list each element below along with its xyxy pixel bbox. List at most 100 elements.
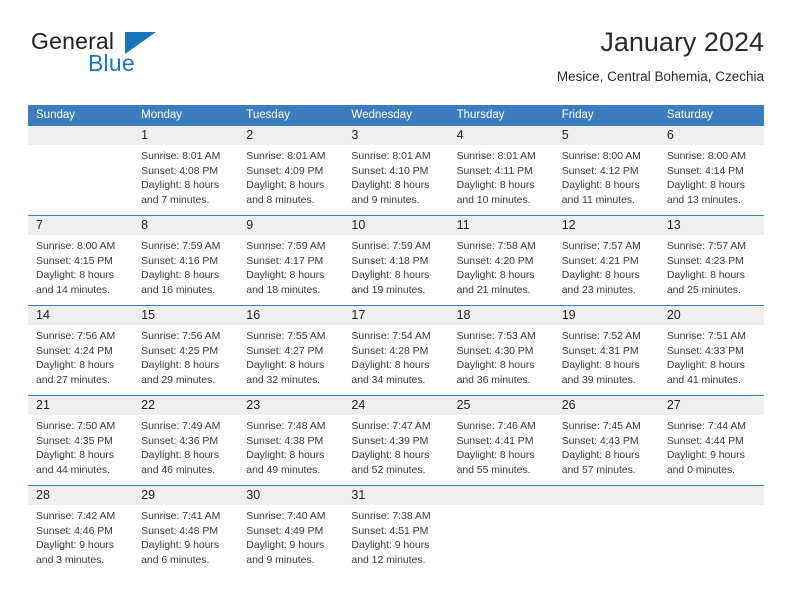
- sunset-line: Sunset: 4:51 PM: [351, 524, 429, 537]
- daylight-line-cont: and 18 minutes.: [246, 283, 321, 296]
- daylight-line: Daylight: 8 hours: [246, 449, 325, 462]
- day-cell[interactable]: 25 Sunrise: 7:46 AM Sunset: 4:41 PM Dayligh…: [448, 396, 554, 485]
- daylight-line: Daylight: 8 hours: [36, 359, 114, 372]
- day-cell[interactable]: 21 Sunrise: 7:50 AM Sunset: 4:35 PM Dayligh…: [28, 396, 134, 485]
- day-detail-lines: Sunrise: 7:53 AM Sunset: 4:30 PM Daylight:…: [449, 325, 554, 387]
- sunrise-line: Sunrise: 8:01 AM: [141, 150, 221, 162]
- daylight-line: Daylight: 8 hours: [666, 359, 745, 372]
- daylight-line-cont: and 55 minutes.: [456, 463, 531, 476]
- day-number-band: 16: [238, 306, 344, 325]
- calendar-week-inner: 21 Sunrise: 7:50 AM Sunset: 4:35 PM Dayligh…: [28, 396, 764, 485]
- sunset-line: Sunset: 4:11 PM: [456, 164, 533, 177]
- day-number-band: 5: [553, 126, 659, 145]
- day-cell[interactable]: 10 Sunrise: 7:59 AM Sunset: 4:18 PM Dayligh…: [343, 216, 449, 305]
- day-number-band: 18: [448, 306, 554, 325]
- day-cell[interactable]: 22 Sunrise: 7:49 AM Sunset: 4:36 PM Dayligh…: [133, 396, 239, 485]
- sunset-line: Sunset: 4:33 PM: [666, 344, 744, 357]
- sunset-line: Sunset: 4:28 PM: [351, 344, 429, 357]
- general-blue-logo[interactable]: General Blue: [28, 26, 248, 88]
- sunrise-line: Sunrise: 7:41 AM: [141, 510, 221, 522]
- daylight-line: Daylight: 8 hours: [246, 359, 325, 372]
- day-number: 14: [36, 308, 50, 322]
- day-cell[interactable]: 4 Sunrise: 8:01 AM Sunset: 4:11 PM Daylight…: [448, 126, 554, 215]
- day-number: 3: [351, 128, 359, 142]
- day-cell[interactable]: 26 Sunrise: 7:45 AM Sunset: 4:43 PM Dayligh…: [553, 396, 659, 485]
- sunset-line: Sunset: 4:15 PM: [36, 254, 113, 267]
- daylight-line-cont: and 6 minutes.: [141, 553, 210, 566]
- day-number-band: [553, 486, 659, 505]
- day-cell[interactable]: 28 Sunrise: 7:42 AM Sunset: 4:46 PM Dayligh…: [28, 486, 134, 575]
- day-cell[interactable]: 1 Sunrise: 8:01 AM Sunset: 4:08 PM Daylight…: [133, 126, 239, 215]
- day-number-band: 27: [658, 396, 764, 415]
- daylight-line: Daylight: 8 hours: [561, 359, 640, 372]
- day-number-band: 22: [133, 396, 239, 415]
- sunset-line: Sunset: 4:41 PM: [456, 434, 534, 447]
- daylight-line-cont: and 13 minutes.: [666, 193, 741, 206]
- day-cell[interactable]: 11 Sunrise: 7:58 AM Sunset: 4:20 PM Dayligh…: [448, 216, 554, 305]
- daylight-line: Daylight: 8 hours: [141, 179, 220, 192]
- day-cell[interactable]: 14 Sunrise: 7:56 AM Sunset: 4:24 PM Dayligh…: [28, 306, 134, 395]
- day-detail-lines: Sunrise: 7:48 AM Sunset: 4:38 PM Daylight:…: [238, 415, 343, 477]
- day-cell[interactable]: 19 Sunrise: 7:52 AM Sunset: 4:31 PM Dayligh…: [553, 306, 659, 395]
- calendar-week-row: 7 Sunrise: 8:00 AM Sunset: 4:15 PM Daylight…: [28, 215, 764, 305]
- day-cell[interactable]: 2 Sunrise: 8:01 AM Sunset: 4:09 PM Daylight…: [238, 126, 344, 215]
- day-cell[interactable]: 8 Sunrise: 7:59 AM Sunset: 4:16 PM Daylight…: [133, 216, 239, 305]
- day-cell[interactable]: 24 Sunrise: 7:47 AM Sunset: 4:39 PM Dayligh…: [343, 396, 449, 485]
- day-cell[interactable]: 18 Sunrise: 7:53 AM Sunset: 4:30 PM Dayligh…: [448, 306, 554, 395]
- day-number: 15: [141, 308, 156, 322]
- day-number: 10: [351, 218, 366, 232]
- day-cell[interactable]: 30 Sunrise: 7:40 AM Sunset: 4:49 PM Dayligh…: [238, 486, 344, 575]
- day-number-band: 11: [448, 216, 554, 235]
- daylight-line: Daylight: 8 hours: [666, 179, 745, 192]
- sunrise-line: Sunrise: 7:45 AM: [561, 420, 641, 432]
- day-cell[interactable]: 29 Sunrise: 7:41 AM Sunset: 4:48 PM Dayligh…: [133, 486, 239, 575]
- day-cell[interactable]: 9 Sunrise: 7:59 AM Sunset: 4:17 PM Daylight…: [238, 216, 344, 305]
- daylight-line-cont: and 27 minutes.: [36, 373, 110, 386]
- day-cell[interactable]: 17 Sunrise: 7:54 AM Sunset: 4:28 PM Dayligh…: [343, 306, 449, 395]
- day-cell[interactable]: 20 Sunrise: 7:51 AM Sunset: 4:33 PM Dayligh…: [658, 306, 764, 395]
- daylight-line: Daylight: 8 hours: [246, 179, 325, 192]
- sunrise-line: Sunrise: 7:47 AM: [351, 420, 431, 432]
- daylight-line: Daylight: 8 hours: [351, 179, 430, 192]
- daylight-line: Daylight: 8 hours: [666, 269, 745, 282]
- title-block: January 2024 Mesice, Central Bohemia, Cz…: [557, 26, 764, 86]
- day-cell[interactable]: 6 Sunrise: 8:00 AM Sunset: 4:14 PM Daylight…: [658, 126, 764, 215]
- weekday-header-saturday: Saturday: [666, 109, 713, 121]
- day-number: 27: [666, 398, 681, 412]
- sunrise-line: Sunrise: 7:38 AM: [351, 510, 431, 522]
- weekday-header-thursday: Thursday: [456, 109, 505, 121]
- daylight-line: Daylight: 8 hours: [141, 359, 220, 372]
- day-cell[interactable]: 12 Sunrise: 7:57 AM Sunset: 4:21 PM Dayligh…: [553, 216, 659, 305]
- weekday-header-monday: Monday: [141, 109, 183, 121]
- day-detail-lines: Sunrise: 7:55 AM Sunset: 4:27 PM Daylight:…: [238, 325, 343, 387]
- day-detail-lines: Sunrise: 7:58 AM Sunset: 4:20 PM Daylight:…: [449, 235, 554, 297]
- day-cell[interactable]: 23 Sunrise: 7:48 AM Sunset: 4:38 PM Dayligh…: [238, 396, 344, 485]
- day-cell[interactable]: 5 Sunrise: 8:00 AM Sunset: 4:12 PM Daylight…: [553, 126, 659, 215]
- day-number: 19: [561, 308, 576, 322]
- day-detail-lines: Sunrise: 8:01 AM Sunset: 4:08 PM Daylight:…: [133, 145, 238, 207]
- day-number-band: 2: [238, 126, 344, 145]
- page-title: January 2024: [600, 27, 764, 57]
- sunrise-line: Sunrise: 7:56 AM: [141, 330, 221, 342]
- sunset-line: Sunset: 4:14 PM: [666, 164, 744, 177]
- daylight-line-cont: and 14 minutes.: [36, 283, 110, 296]
- daylight-line: Daylight: 8 hours: [36, 269, 114, 282]
- sunrise-line: Sunrise: 7:49 AM: [141, 420, 221, 432]
- day-cell[interactable]: 27 Sunrise: 7:44 AM Sunset: 4:44 PM Dayligh…: [658, 396, 764, 485]
- sunset-line: Sunset: 4:44 PM: [666, 434, 744, 447]
- day-cell[interactable]: 13 Sunrise: 7:57 AM Sunset: 4:23 PM Dayligh…: [658, 216, 764, 305]
- sunset-line: Sunset: 4:24 PM: [36, 344, 113, 357]
- day-detail-lines: [659, 505, 764, 509]
- day-detail-lines: [449, 505, 554, 509]
- sunrise-line: Sunrise: 8:01 AM: [456, 150, 536, 162]
- day-cell[interactable]: 7 Sunrise: 8:00 AM Sunset: 4:15 PM Daylight…: [28, 216, 134, 305]
- day-cell[interactable]: 31 Sunrise: 7:38 AM Sunset: 4:51 PM Dayligh…: [343, 486, 449, 575]
- day-number: 6: [666, 128, 674, 142]
- day-cell[interactable]: 3 Sunrise: 8:01 AM Sunset: 4:10 PM Daylight…: [343, 126, 449, 215]
- day-detail-lines: Sunrise: 7:38 AM Sunset: 4:51 PM Daylight:…: [343, 505, 448, 567]
- day-cell[interactable]: 15 Sunrise: 7:56 AM Sunset: 4:25 PM Dayligh…: [133, 306, 239, 395]
- day-number: 9: [246, 218, 254, 232]
- sunset-line: Sunset: 4:20 PM: [456, 254, 534, 267]
- day-detail-lines: [554, 505, 659, 509]
- day-cell[interactable]: 16 Sunrise: 7:55 AM Sunset: 4:27 PM Dayligh…: [238, 306, 344, 395]
